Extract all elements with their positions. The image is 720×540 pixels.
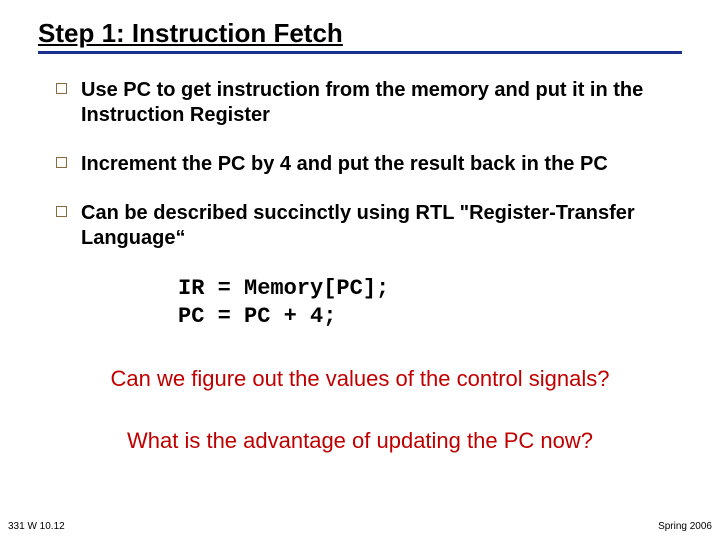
bullet-list: Use PC to get instruction from the memor… — [38, 78, 682, 251]
square-bullet-icon — [56, 83, 67, 94]
square-bullet-icon — [56, 206, 67, 217]
slide-title: Step 1: Instruction Fetch — [38, 18, 682, 54]
footer-right: Spring 2006 — [658, 521, 712, 532]
list-item: Increment the PC by 4 and put the result… — [56, 152, 674, 177]
bullet-text: Can be described succinctly using RTL "R… — [81, 201, 674, 251]
bullet-text: Use PC to get instruction from the memor… — [81, 78, 674, 128]
code-block: IR = Memory[PC]; PC = PC + 4; — [178, 275, 682, 330]
square-bullet-icon — [56, 157, 67, 168]
slide: Step 1: Instruction Fetch Use PC to get … — [0, 0, 720, 540]
list-item: Can be described succinctly using RTL "R… — [56, 201, 674, 251]
question-text: What is the advantage of updating the PC… — [38, 428, 682, 454]
question-text: Can we figure out the values of the cont… — [38, 366, 682, 392]
list-item: Use PC to get instruction from the memor… — [56, 78, 674, 128]
footer-left: 331 W 10.12 — [8, 521, 65, 532]
bullet-text: Increment the PC by 4 and put the result… — [81, 152, 608, 177]
